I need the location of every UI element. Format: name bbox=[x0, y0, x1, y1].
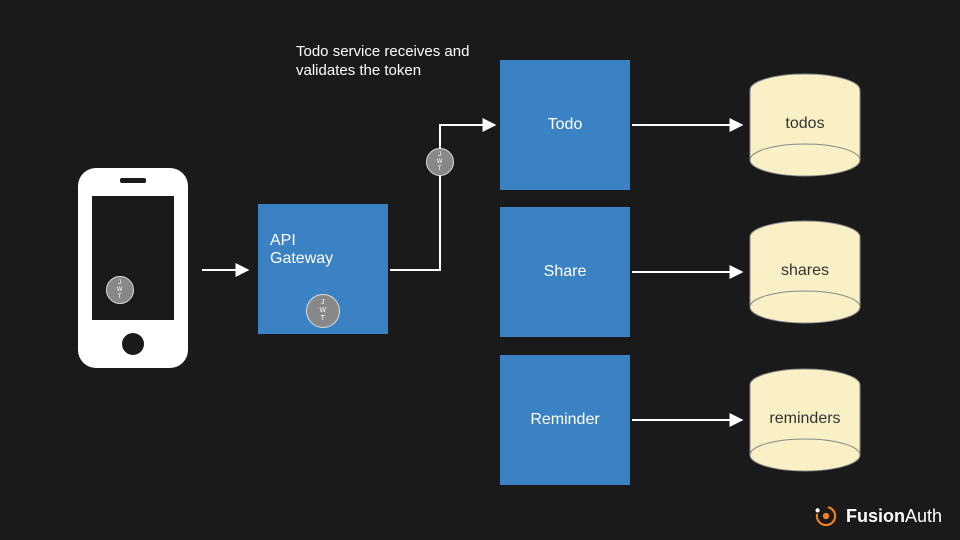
brand-text-rest: Auth bbox=[905, 506, 942, 526]
node-reminder-label: Reminder bbox=[530, 411, 599, 429]
node-api-gateway-label: API Gateway bbox=[270, 232, 333, 268]
jwt-badge-wire: J W T bbox=[426, 148, 454, 176]
jwt-badge-phone: J W T bbox=[106, 276, 134, 304]
brand-text: FusionAuth bbox=[846, 506, 942, 527]
node-todo-label: Todo bbox=[548, 116, 583, 134]
node-reminder: Reminder bbox=[500, 355, 630, 485]
db-reminders-label: reminders bbox=[745, 410, 865, 428]
node-share-label: Share bbox=[544, 263, 587, 281]
annotation-todo-validates: Todo service receives and validates the … bbox=[296, 43, 476, 81]
node-todo: Todo bbox=[500, 60, 630, 190]
brand-text-bold: Fusion bbox=[846, 506, 905, 526]
jwt-badge-api: J W T bbox=[306, 294, 340, 328]
node-share: Share bbox=[500, 207, 630, 337]
phone-device bbox=[78, 168, 188, 368]
brand-fusionauth: FusionAuth bbox=[812, 502, 942, 530]
db-todos-label: todos bbox=[745, 115, 865, 133]
db-shares-label: shares bbox=[745, 262, 865, 280]
brand-logo-icon bbox=[812, 502, 840, 530]
arrow-api-todo bbox=[390, 125, 495, 270]
